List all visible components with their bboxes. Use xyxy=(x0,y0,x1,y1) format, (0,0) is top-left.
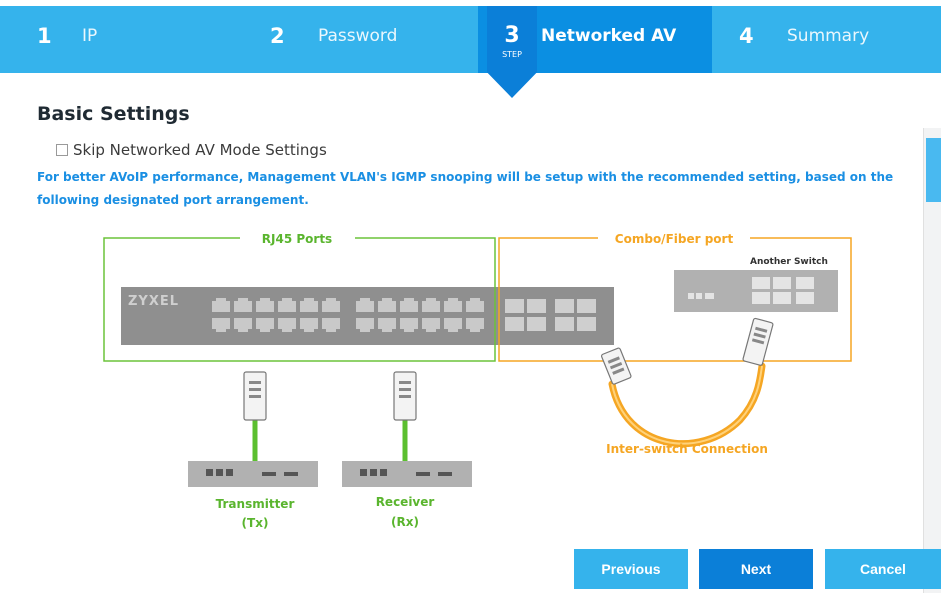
rj45-port xyxy=(216,328,226,332)
scrollbar-thumb[interactable] xyxy=(926,138,941,202)
rj45-port xyxy=(326,298,336,302)
rj45-port xyxy=(360,298,370,302)
rj45-port xyxy=(444,318,462,329)
rj45-port xyxy=(278,301,296,312)
combo-fiber-label: Combo/Fiber port xyxy=(615,232,734,246)
rj45-port xyxy=(448,298,458,302)
receiver-device xyxy=(342,461,472,487)
rj45-port xyxy=(448,328,458,332)
rj45-port xyxy=(322,318,340,329)
rj45-port xyxy=(212,301,230,312)
rj45-port xyxy=(282,328,292,332)
wizard-window: 1 IP 2 Password Networked AV 4 Summary 3… xyxy=(0,0,941,593)
rj45-port xyxy=(470,328,480,332)
rj45-port xyxy=(304,328,314,332)
rj45-port xyxy=(426,328,436,332)
rj45-port xyxy=(400,301,418,312)
rj45-port xyxy=(234,318,252,329)
rj45-port xyxy=(404,328,414,332)
rj45-port xyxy=(378,301,396,312)
rj45-port xyxy=(378,318,396,329)
transmitter-abbrev: (Tx) xyxy=(242,516,269,530)
rj45-port xyxy=(382,328,392,332)
rj45-port xyxy=(282,298,292,302)
previous-button[interactable]: Previous xyxy=(574,549,688,589)
rj45-port xyxy=(300,301,318,312)
rj45-port xyxy=(466,301,484,312)
rj45-ports-label: RJ45 Ports xyxy=(262,232,332,246)
rj45-port xyxy=(422,301,440,312)
rj45-port xyxy=(470,298,480,302)
rj45-port xyxy=(356,318,374,329)
rj45-port xyxy=(238,298,248,302)
rj45-port xyxy=(382,298,392,302)
inter-switch-label: Inter-switch Connection xyxy=(606,442,768,456)
rj45-port xyxy=(422,318,440,329)
rj45-port xyxy=(326,328,336,332)
brand-logo: ZYXEL xyxy=(128,294,179,309)
next-button[interactable]: Next xyxy=(699,549,813,589)
transmitter-device xyxy=(188,461,318,487)
rj45-port xyxy=(444,301,462,312)
main-switch xyxy=(121,287,614,345)
rj45-port xyxy=(278,318,296,329)
cancel-button[interactable]: Cancel xyxy=(825,549,941,589)
inter-switch-plug-left xyxy=(601,347,632,385)
rj45-port xyxy=(260,328,270,332)
port-arrangement-diagram: ZYXEL Another Switch RJ45 Ports Combo/Fi… xyxy=(103,232,852,530)
rx-cable xyxy=(393,371,417,462)
another-switch xyxy=(674,270,838,312)
rj45-port xyxy=(234,301,252,312)
receiver-label: Receiver xyxy=(376,495,435,509)
rj45-port xyxy=(256,318,274,329)
rj45-port xyxy=(404,298,414,302)
rj45-port xyxy=(256,301,274,312)
rj45-port xyxy=(356,301,374,312)
rj45-port xyxy=(360,328,370,332)
transmitter-label: Transmitter xyxy=(216,497,295,511)
rj45-port xyxy=(322,301,340,312)
inter-switch-cable xyxy=(608,362,766,448)
rj45-port xyxy=(304,298,314,302)
rj45-port xyxy=(238,328,248,332)
rj45-port xyxy=(466,318,484,329)
rj45-port xyxy=(426,298,436,302)
another-switch-label: Another Switch xyxy=(750,257,828,267)
inter-switch-plug-right xyxy=(742,317,774,366)
tx-cable xyxy=(243,371,267,462)
rj45-port xyxy=(400,318,418,329)
receiver-abbrev: (Rx) xyxy=(391,515,419,529)
rj45-port xyxy=(300,318,318,329)
rj45-port xyxy=(212,318,230,329)
rj45-port xyxy=(216,298,226,302)
rj45-port xyxy=(260,298,270,302)
vertical-scrollbar[interactable] xyxy=(923,128,941,593)
